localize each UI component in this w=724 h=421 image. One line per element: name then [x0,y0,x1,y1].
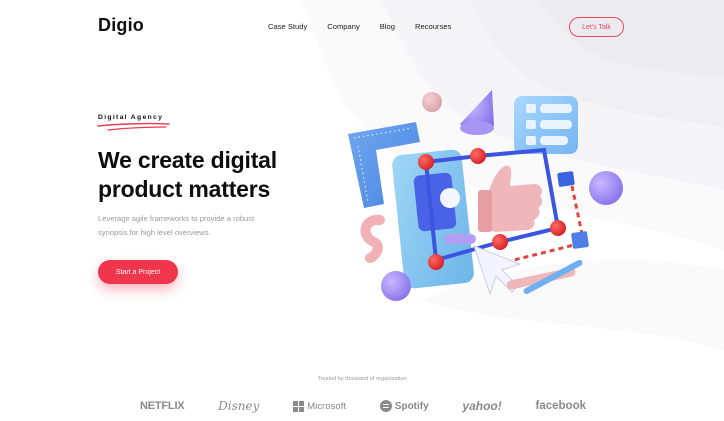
microsoft-icon [293,400,305,412]
eyebrow-label: Digital Agency [98,114,164,121]
square-shape [557,171,575,187]
netflix-logo: NETFLIX [140,400,185,412]
brand-logos: NETFLIX Disney Microsoft Spotify yahoo! … [140,396,586,416]
microsoft-logo-text: Microsoft [307,400,347,412]
nav-case-study[interactable]: Case Study [268,22,307,31]
main-nav: Case Study Company Blog Recourses [268,22,451,31]
square-shape [571,231,589,249]
lets-talk-button[interactable]: Let's Talk [569,17,624,37]
node-dot [418,154,434,170]
trusted-caption: Trusted by thousand of organization [317,376,407,382]
node-dot [470,148,486,164]
hero-title-line-2: product matters [98,176,271,202]
facebook-logo-text: facebook [535,400,587,412]
list-card-shape [514,96,578,154]
purple-ball [589,171,623,205]
hero-illustration [348,90,623,301]
hero-description-line-1: Leverage agile frameworks to provide a r… [98,214,255,223]
hero-title-line-1: We create digital [98,147,277,173]
pink-ball [422,92,442,112]
spotify-icon [379,400,392,412]
spotify-logo-text: Spotify [394,400,429,412]
netflix-logo-text: NETFLIX [140,400,185,412]
hero-description-line-2: synopsis for high level overviews. [98,228,211,237]
nav-blog[interactable]: Blog [380,22,395,31]
tube-shape [360,214,385,263]
eyebrow-underline [97,122,170,131]
microsoft-logo: Microsoft [293,400,347,412]
cone-shape [460,90,494,135]
nav-recourses[interactable]: Recourses [415,22,451,31]
yahoo-logo-text: yahoo! [462,399,502,413]
facebook-logo: facebook [536,400,587,412]
spotify-logo: Spotify [379,400,429,412]
yahoo-logo: yahoo! [462,399,501,413]
node-dot [428,254,444,270]
nav-company[interactable]: Company [327,22,360,31]
logo[interactable]: Digio [98,15,144,36]
node-dot [492,234,508,250]
start-project-button[interactable]: Start a Project [98,260,178,284]
thumbs-up-shape [478,165,543,232]
hero-description: Leverage agile frameworks to provide a r… [98,212,308,240]
node-dot [550,220,566,236]
hero-title: We create digital product matters [98,146,358,204]
logo-text: Digio [98,15,144,35]
disney-logo: Disney [218,399,259,413]
disney-logo-text: Disney [218,399,260,413]
purple-ball [381,271,411,301]
